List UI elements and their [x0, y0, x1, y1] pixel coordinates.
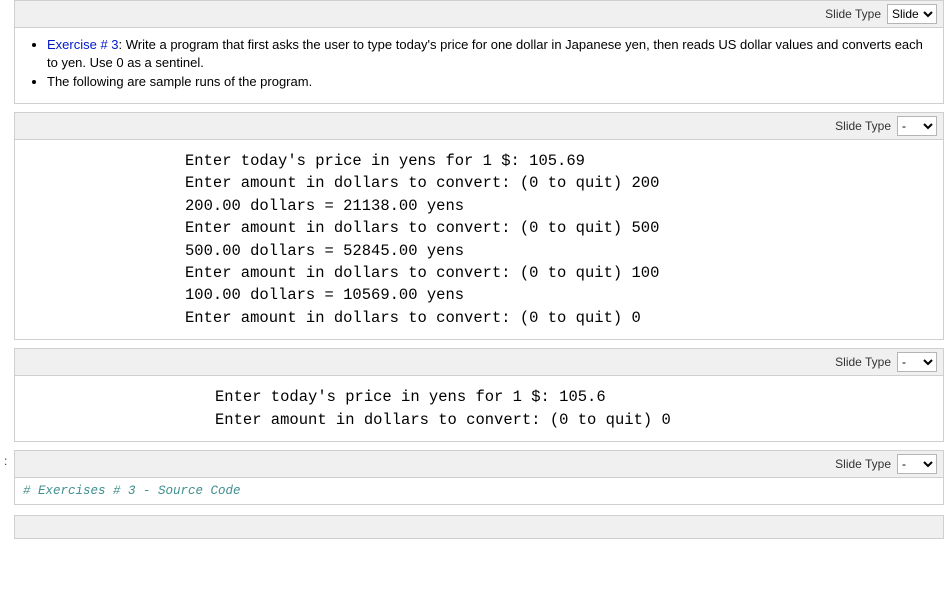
slide-type-select[interactable]: Slide: [887, 4, 937, 24]
slide-type-label: Slide Type: [825, 7, 881, 21]
slide-type-label: Slide Type: [835, 457, 891, 471]
cell-sample-run-2: Slide Type - Enter today's price in yens…: [14, 348, 944, 442]
cell-sample-run-1: Slide Type - Enter today's price in yens…: [14, 112, 944, 341]
program-output: Enter today's price in yens for 1 $: 105…: [15, 376, 943, 441]
slide-type-select[interactable]: -: [897, 454, 937, 474]
exercise-bullet-2: The following are sample runs of the pro…: [47, 73, 933, 91]
code-comment[interactable]: # Exercises # 3 - Source Code: [15, 478, 943, 504]
slide-type-label: Slide Type: [835, 119, 891, 133]
slide-type-label: Slide Type: [835, 355, 891, 369]
cell-toolbar-partial: [14, 515, 944, 539]
exercise-bullet-1: Exercise # 3: Write a program that first…: [47, 36, 933, 71]
exercise-label: Exercise # 3: [47, 37, 119, 52]
program-output: Enter today's price in yens for 1 $: 105…: [15, 140, 943, 340]
prompt-colon: :: [4, 454, 7, 468]
slide-type-select[interactable]: -: [897, 116, 937, 136]
cell-toolbar: Slide Type -: [15, 113, 943, 140]
exercise-list: Exercise # 3: Write a program that first…: [25, 36, 933, 91]
exercise-text: : Write a program that first asks the us…: [47, 37, 923, 70]
cell-toolbar: Slide Type -: [15, 349, 943, 376]
cell-toolbar: Slide Type -: [15, 451, 943, 478]
cell-exercise-description: Slide Type Slide Exercise # 3: Write a p…: [14, 0, 944, 104]
cell-toolbar: Slide Type Slide: [15, 1, 943, 28]
cell-source-code: Slide Type - # Exercises # 3 - Source Co…: [14, 450, 944, 505]
slide-type-select[interactable]: -: [897, 352, 937, 372]
cell-body: Exercise # 3: Write a program that first…: [15, 28, 943, 103]
